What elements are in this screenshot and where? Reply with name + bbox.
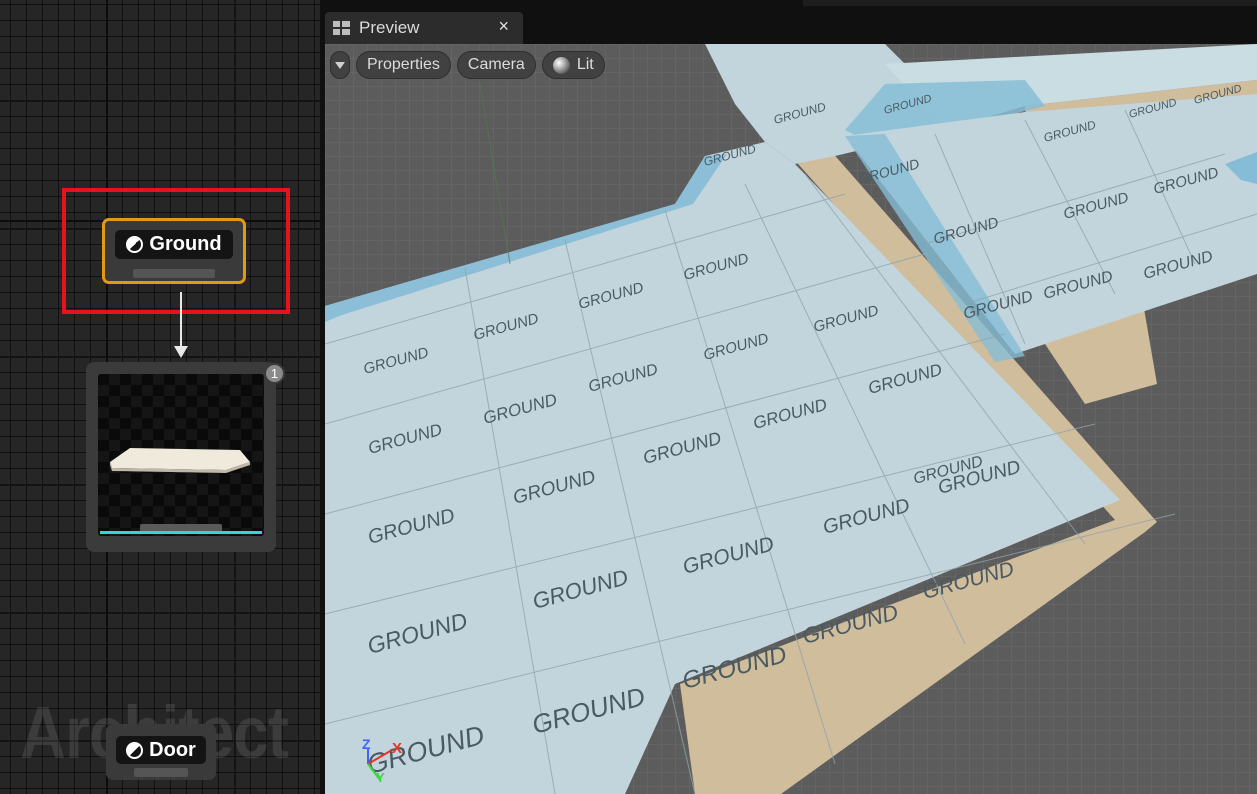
lit-view-mode-button[interactable]: Lit <box>541 51 605 79</box>
properties-button[interactable]: Properties <box>356 51 451 79</box>
lit-sphere-icon <box>552 56 570 74</box>
door-node-header: Door <box>116 736 206 764</box>
half-circle-icon <box>126 236 144 253</box>
door-node[interactable]: Door <box>106 724 216 780</box>
axis-gizmo: Z X Y <box>358 736 408 790</box>
ground-node-header: Ground <box>115 230 233 259</box>
half-circle-icon <box>126 741 144 759</box>
axis-x-label: X <box>392 740 403 757</box>
ground-node-label: Ground <box>149 233 222 255</box>
axis-z-label: Z <box>362 736 371 752</box>
chevron-down-icon <box>335 61 345 69</box>
floor-tile-mesh-icon <box>110 448 250 473</box>
scene-render: GROUND GROUND GROUND GROUND GROUND GROUN… <box>325 44 1257 794</box>
preview-tab-bar: Preview × <box>325 0 1257 44</box>
viewport-options-button[interactable] <box>330 51 350 79</box>
tab-preview[interactable]: Preview × <box>325 12 523 44</box>
axis-y-label: Y <box>376 770 385 785</box>
mesh-node-accent-bar <box>100 531 262 534</box>
door-node-label: Door <box>149 738 196 761</box>
camera-button[interactable]: Camera <box>456 51 536 79</box>
3d-viewport[interactable]: GROUND GROUND GROUND GROUND GROUND GROUN… <box>325 44 1257 794</box>
arrow-down-icon <box>174 346 188 358</box>
door-node-output-pin[interactable] <box>134 768 188 777</box>
mesh-thumbnail <box>98 374 264 536</box>
node-count-badge: 1 <box>264 363 285 384</box>
mesh-preview-node[interactable] <box>86 362 276 552</box>
node-connection-wire <box>180 292 182 350</box>
viewport-layout-icon <box>333 21 350 35</box>
ground-node-output-pin[interactable] <box>133 269 215 278</box>
close-icon[interactable]: × <box>498 16 509 37</box>
tab-bar-strip <box>803 0 1257 6</box>
ground-node[interactable]: Ground <box>102 218 246 284</box>
viewport-toolbar: Properties Camera Lit <box>330 51 605 79</box>
graph-editor-panel[interactable]: Architect Ground 1 Door <box>0 0 320 794</box>
tab-preview-title: Preview <box>359 18 420 37</box>
lit-label: Lit <box>576 56 594 73</box>
